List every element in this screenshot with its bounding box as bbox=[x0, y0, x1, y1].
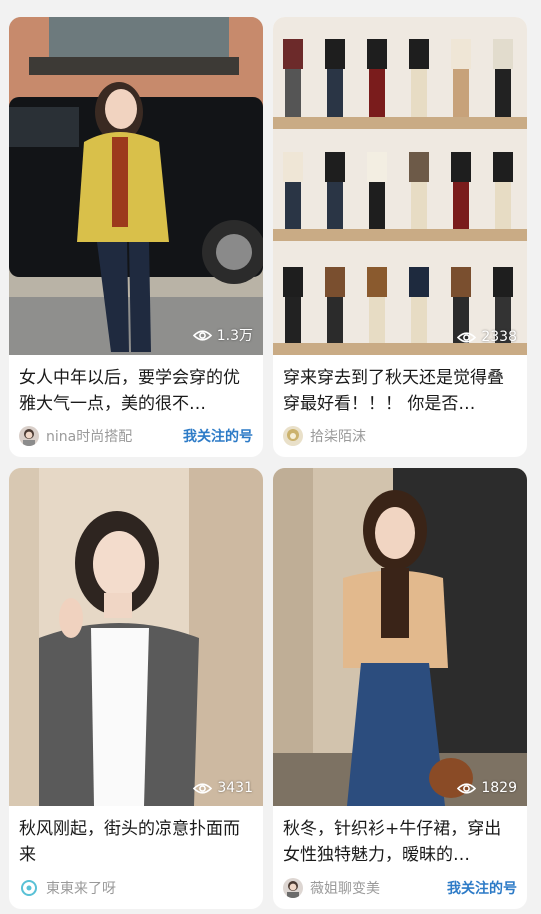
view-count-text: 1829 bbox=[481, 780, 517, 796]
card-meta: 薇姐聊变美 我关注的号 bbox=[283, 877, 517, 899]
thumbnail-image[interactable]: 3431 bbox=[9, 468, 263, 806]
view-count-text: 1.3万 bbox=[216, 328, 253, 344]
author-name[interactable]: 拾柒陌沫 bbox=[310, 426, 517, 446]
card-meta: 拾柒陌沫 bbox=[283, 425, 517, 447]
card-meta: nina时尚搭配 我关注的号 bbox=[19, 425, 253, 447]
card-meta: 東東来了呀 bbox=[19, 877, 253, 899]
view-count: 1829 bbox=[457, 780, 517, 796]
card-title[interactable]: 秋冬，针织衫+牛仔裙，穿出女性独特魅力，暧昧的… bbox=[273, 806, 527, 868]
avatar[interactable] bbox=[19, 426, 39, 446]
card-title[interactable]: 秋风刚起，街头的凉意扑面而来 bbox=[9, 806, 263, 868]
view-count: 2338 bbox=[457, 329, 517, 345]
view-count: 1.3万 bbox=[192, 325, 253, 345]
author-name[interactable]: 薇姐聊变美 bbox=[310, 878, 447, 898]
feed-card[interactable]: 1.3万 女人中年以后，要学会穿的优雅大气一点，美的很不… nina时尚搭配 我… bbox=[9, 17, 263, 457]
view-count: 3431 bbox=[193, 780, 253, 796]
followed-badge: 我关注的号 bbox=[447, 881, 517, 897]
author-name[interactable]: 東東来了呀 bbox=[46, 878, 253, 898]
thumbnail-image[interactable]: 1829 bbox=[273, 468, 527, 806]
feed-card[interactable]: 1829 秋冬，针织衫+牛仔裙，穿出女性独特魅力，暧昧的… 薇姐聊变美 我关注的… bbox=[273, 468, 527, 909]
avatar[interactable] bbox=[19, 878, 39, 898]
eye-icon bbox=[192, 329, 212, 341]
card-title[interactable]: 穿来穿去到了秋天还是觉得叠穿最好看！！！ 你是否… bbox=[273, 355, 527, 417]
feed-card[interactable]: 3431 秋风刚起，街头的凉意扑面而来 東東来了呀 bbox=[9, 468, 263, 909]
author-name[interactable]: nina时尚搭配 bbox=[46, 426, 183, 446]
thumbnail-image[interactable]: 1.3万 bbox=[9, 17, 263, 355]
feed-card[interactable]: 2338 穿来穿去到了秋天还是觉得叠穿最好看！！！ 你是否… 拾柒陌沫 bbox=[273, 17, 527, 457]
followed-badge: 我关注的号 bbox=[183, 429, 253, 445]
avatar[interactable] bbox=[283, 426, 303, 446]
eye-icon bbox=[193, 782, 213, 794]
eye-icon bbox=[457, 782, 477, 794]
avatar[interactable] bbox=[283, 878, 303, 898]
view-count-text: 3431 bbox=[217, 780, 253, 796]
thumbnail-image[interactable]: 2338 bbox=[273, 17, 527, 355]
view-count-text: 2338 bbox=[481, 329, 517, 345]
card-title[interactable]: 女人中年以后，要学会穿的优雅大气一点，美的很不… bbox=[9, 355, 263, 417]
eye-icon bbox=[457, 331, 477, 343]
